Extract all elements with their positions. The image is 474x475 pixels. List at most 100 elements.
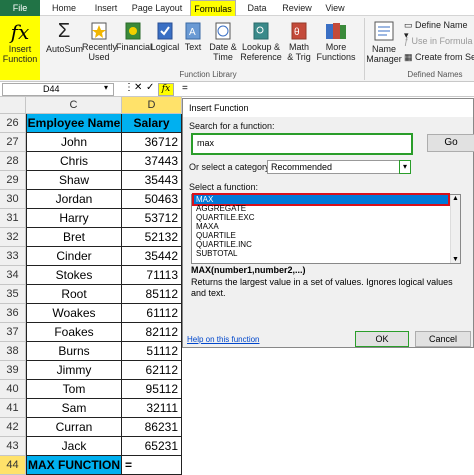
tab-data[interactable]: Data bbox=[242, 0, 272, 16]
row-header[interactable]: 34 bbox=[0, 266, 26, 285]
function-list[interactable]: MAX AGGREGATE QUARTILE.EXC MAXA QUARTILE… bbox=[191, 193, 461, 264]
text-button[interactable]: A Text bbox=[182, 20, 204, 52]
function-item[interactable]: SUBTOTAL bbox=[194, 249, 448, 258]
row-header[interactable]: 30 bbox=[0, 190, 26, 209]
salary-cell[interactable]: 53712 bbox=[122, 209, 182, 228]
row-header[interactable]: 33 bbox=[0, 247, 26, 266]
employee-name-cell[interactable]: Jack bbox=[26, 437, 122, 456]
function-item[interactable]: QUARTILE.INC bbox=[194, 240, 448, 249]
salary-cell[interactable]: 35443 bbox=[122, 171, 182, 190]
function-item[interactable]: MAXA bbox=[194, 222, 448, 231]
logical-button[interactable]: Logical bbox=[150, 20, 180, 52]
tab-insert[interactable]: Insert bbox=[88, 0, 124, 16]
employee-name-header[interactable]: Employee Name bbox=[26, 114, 122, 133]
recently-used-button[interactable]: Recently Used bbox=[82, 20, 117, 62]
create-from-selection-button[interactable]: ▦ Create from Sele bbox=[404, 52, 474, 62]
row-header[interactable]: 31 bbox=[0, 209, 26, 228]
employee-name-cell[interactable]: Woakes bbox=[26, 304, 122, 323]
employee-name-cell[interactable]: Cinder bbox=[26, 247, 122, 266]
salary-cell[interactable]: 32111 bbox=[122, 399, 182, 418]
salary-cell[interactable]: 51112 bbox=[122, 342, 182, 361]
row-header[interactable]: 42 bbox=[0, 418, 26, 437]
list-scrollbar[interactable]: ▲ ▼ bbox=[450, 195, 460, 263]
salary-cell[interactable]: 36712 bbox=[122, 133, 182, 152]
tab-home[interactable]: Home bbox=[46, 0, 82, 16]
salary-cell[interactable]: 50463 bbox=[122, 190, 182, 209]
search-input[interactable]: max bbox=[191, 133, 413, 155]
select-all-corner[interactable] bbox=[0, 97, 26, 114]
salary-cell[interactable]: 37443 bbox=[122, 152, 182, 171]
salary-cell[interactable]: 65231 bbox=[122, 437, 182, 456]
row-header[interactable]: 40 bbox=[0, 380, 26, 399]
salary-header[interactable]: Salary bbox=[122, 114, 182, 133]
employee-name-cell[interactable]: Shaw bbox=[26, 171, 122, 190]
formula-content[interactable]: = bbox=[182, 83, 188, 94]
math-trig-button[interactable]: θ Math & Trig bbox=[284, 20, 314, 62]
financial-button[interactable]: Financial bbox=[116, 20, 152, 52]
salary-cell[interactable]: 85112 bbox=[122, 285, 182, 304]
function-item[interactable]: QUARTILE bbox=[194, 231, 448, 240]
scroll-down-icon[interactable]: ▼ bbox=[451, 256, 460, 263]
row-header[interactable]: 26 bbox=[0, 114, 26, 133]
go-button[interactable]: Go bbox=[427, 134, 474, 152]
use-in-formula-button[interactable]: ƒ Use in Formula bbox=[404, 36, 474, 46]
employee-name-cell[interactable]: Foakes bbox=[26, 323, 122, 342]
salary-cell[interactable]: 62112 bbox=[122, 361, 182, 380]
row-header[interactable]: 28 bbox=[0, 152, 26, 171]
tab-view[interactable]: View bbox=[320, 0, 350, 16]
salary-cell[interactable]: 35442 bbox=[122, 247, 182, 266]
column-header-c[interactable]: C bbox=[26, 97, 122, 114]
max-result-cell[interactable]: = bbox=[122, 456, 182, 475]
salary-cell[interactable]: 86231 bbox=[122, 418, 182, 437]
ok-button[interactable]: OK bbox=[355, 331, 409, 347]
employee-name-cell[interactable]: Harry bbox=[26, 209, 122, 228]
tab-file[interactable]: File bbox=[0, 0, 40, 16]
employee-name-cell[interactable]: Curran bbox=[26, 418, 122, 437]
scroll-up-icon[interactable]: ▲ bbox=[451, 195, 460, 202]
salary-cell[interactable]: 61112 bbox=[122, 304, 182, 323]
row-header[interactable]: 44 bbox=[0, 456, 26, 475]
chevron-down-icon[interactable]: ▾ bbox=[399, 160, 411, 174]
row-header[interactable]: 39 bbox=[0, 361, 26, 380]
row-header[interactable]: 36 bbox=[0, 304, 26, 323]
lookup-reference-button[interactable]: Lookup & Reference bbox=[240, 20, 282, 62]
cancel-x-icon[interactable]: ✕ bbox=[134, 82, 142, 93]
employee-name-cell[interactable]: Root bbox=[26, 285, 122, 304]
employee-name-cell[interactable]: John bbox=[26, 133, 122, 152]
name-box[interactable]: D44 bbox=[2, 83, 114, 96]
function-item[interactable]: QUARTILE.EXC bbox=[194, 213, 448, 222]
column-header-d[interactable]: D bbox=[122, 97, 182, 114]
employee-name-cell[interactable]: Jordan bbox=[26, 190, 122, 209]
employee-name-cell[interactable]: Jimmy bbox=[26, 361, 122, 380]
tab-page-layout[interactable]: Page Layout bbox=[128, 0, 186, 16]
cancel-button[interactable]: Cancel bbox=[415, 331, 471, 347]
max-function-label-cell[interactable]: MAX FUNCTION bbox=[26, 456, 122, 475]
insert-function-button[interactable]: fx Insert Function bbox=[0, 16, 40, 80]
function-item[interactable]: MAX bbox=[192, 193, 450, 206]
row-header[interactable]: 38 bbox=[0, 342, 26, 361]
tab-review[interactable]: Review bbox=[278, 0, 316, 16]
help-link[interactable]: Help on this function bbox=[187, 335, 260, 344]
autosum-button[interactable]: Σ AutoSum bbox=[46, 20, 83, 54]
category-select[interactable]: Recommended bbox=[267, 160, 409, 174]
employee-name-cell[interactable]: Stokes bbox=[26, 266, 122, 285]
more-functions-button[interactable]: More Functions bbox=[316, 20, 356, 62]
row-header[interactable]: 41 bbox=[0, 399, 26, 418]
function-item[interactable]: AGGREGATE bbox=[194, 204, 448, 213]
chevron-down-icon[interactable]: ▾ bbox=[104, 83, 108, 92]
salary-cell[interactable]: 82112 bbox=[122, 323, 182, 342]
tab-formulas[interactable]: Formulas bbox=[190, 0, 236, 16]
row-header[interactable]: 35 bbox=[0, 285, 26, 304]
row-header[interactable]: 43 bbox=[0, 437, 26, 456]
employee-name-cell[interactable]: Bret bbox=[26, 228, 122, 247]
row-header[interactable]: 29 bbox=[0, 171, 26, 190]
enter-check-icon[interactable]: ✓ bbox=[146, 82, 154, 93]
salary-cell[interactable]: 52132 bbox=[122, 228, 182, 247]
employee-name-cell[interactable]: Sam bbox=[26, 399, 122, 418]
employee-name-cell[interactable]: Burns bbox=[26, 342, 122, 361]
date-time-button[interactable]: Date & Time bbox=[206, 20, 240, 62]
fx-button[interactable]: fx bbox=[158, 83, 174, 96]
row-header[interactable]: 32 bbox=[0, 228, 26, 247]
row-header[interactable]: 37 bbox=[0, 323, 26, 342]
employee-name-cell[interactable]: Chris bbox=[26, 152, 122, 171]
